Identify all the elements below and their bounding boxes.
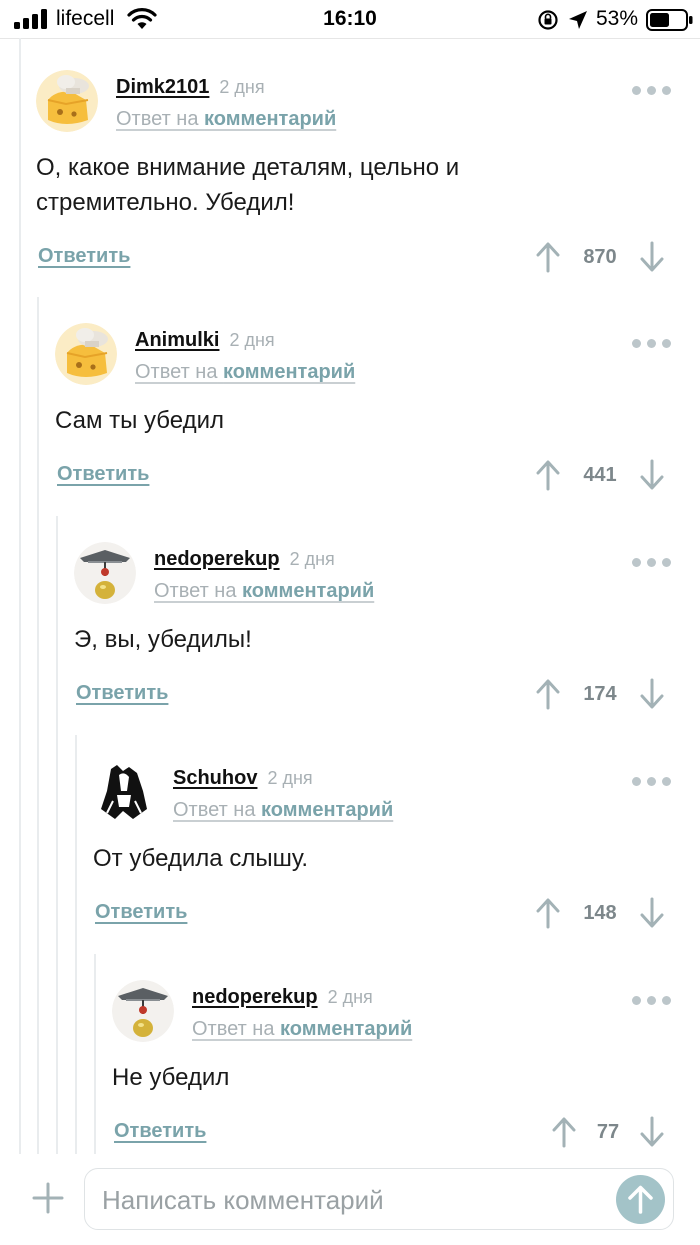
cook-hat-cheese-avatar-icon [55,323,117,385]
ink-sketch-avatar-icon [93,761,155,823]
comment-text: Сам ты убедил [55,407,225,434]
comment: Animulki 2 дня Ответ на комментарий Сам т… [55,323,700,538]
more-options-button[interactable] [632,775,672,787]
comment-author[interactable]: Animulki 2 дня [135,329,275,352]
comment-input[interactable]: Написать комментарий [84,1168,674,1230]
downvote-arrow-icon[interactable] [640,678,664,710]
reply-button[interactable]: Ответить [57,463,149,486]
vote-controls: 148 [536,897,664,931]
send-button[interactable] [616,1175,665,1224]
vote-controls: 441 [536,459,664,493]
comment-text: Э, вы, убедилы! [74,626,252,653]
thread-line [19,38,21,1154]
send-arrow-icon [628,1185,653,1214]
vote-controls: 174 [536,678,664,712]
thread-line [75,735,77,1154]
avatar[interactable] [93,761,155,823]
comment: Schuhov 2 дня Ответ на комментарий От убе… [93,761,700,976]
reply-to-link[interactable]: Ответ на комментарий [135,361,355,384]
comment-date: 2 дня [289,549,335,569]
battery-percent: 53% [596,7,639,30]
thread-line [94,954,96,1154]
comment-date: 2 дня [229,330,275,350]
avatar[interactable] [112,980,174,1042]
reply-button[interactable]: Ответить [38,245,130,268]
battery-icon [646,9,693,31]
pendulum-avatar-icon [112,980,174,1042]
downvote-arrow-icon[interactable] [640,459,664,491]
rating-value: 77 [596,1121,620,1143]
downvote-arrow-icon[interactable] [640,1116,664,1148]
clock: 16:10 [323,7,377,30]
downvote-arrow-icon[interactable] [640,241,664,273]
plus-icon[interactable] [28,1178,68,1218]
thread-line [37,297,39,1154]
upvote-arrow-icon[interactable] [536,241,560,273]
comment-text: О, какое внимание деталям, цельно и стре… [36,154,460,216]
thread-line [56,516,58,1154]
downvote-arrow-icon[interactable] [640,897,664,929]
rating-value: 870 [583,246,617,268]
comment-author[interactable]: Dimk2101 2 дня [116,76,265,99]
reply-to-link[interactable]: Ответ на комментарий [173,799,393,822]
comment-author[interactable]: nedoperekup 2 дня [192,986,373,1009]
upvote-arrow-icon[interactable] [536,897,560,929]
rating-value: 441 [583,464,617,486]
comment-composer: Написать комментарий [0,1154,700,1245]
rotation-lock-icon [538,10,558,30]
reply-button[interactable]: Ответить [76,682,168,705]
upvote-arrow-icon[interactable] [552,1116,576,1148]
upvote-arrow-icon[interactable] [536,678,560,710]
upvote-arrow-icon[interactable] [536,459,560,491]
vote-controls: 870 [536,241,664,275]
reply-button[interactable]: Ответить [114,1120,206,1143]
reply-to-link[interactable]: Ответ на комментарий [116,108,336,131]
location-arrow-icon [569,11,587,29]
rating-value: 174 [583,683,617,705]
avatar[interactable] [36,70,98,132]
rating-value: 148 [583,902,617,924]
comment: Dimk2101 2 дня Ответ на комментарий О, ка… [36,70,700,285]
cook-hat-cheese-avatar-icon [36,70,98,132]
reply-to-link[interactable]: Ответ на комментарий [154,580,374,603]
avatar[interactable] [55,323,117,385]
more-options-button[interactable] [632,337,672,349]
comment: nedoperekup 2 дня Ответ на комментарий Э,… [74,542,700,757]
comment-author[interactable]: Schuhov 2 дня [173,767,313,790]
comment-date: 2 дня [327,987,373,1007]
comment-input-placeholder: Написать комментарий [102,1185,384,1215]
reply-to-link[interactable]: Ответ на комментарий [192,1018,412,1041]
status-bar: lifecell 16:10 53% [0,0,700,39]
vote-controls: 77 [552,1116,664,1150]
more-options-button[interactable] [632,994,672,1006]
comment-text: От убедила слышу. [93,845,309,872]
comment-author[interactable]: nedoperekup 2 дня [154,548,335,571]
avatar[interactable] [74,542,136,604]
more-options-button[interactable] [632,556,672,568]
comment-text: Не убедил [112,1064,230,1091]
reply-button[interactable]: Ответить [95,901,187,924]
comment-date: 2 дня [267,768,313,788]
comment-date: 2 дня [219,77,265,97]
pendulum-avatar-icon [74,542,136,604]
more-options-button[interactable] [632,84,672,96]
